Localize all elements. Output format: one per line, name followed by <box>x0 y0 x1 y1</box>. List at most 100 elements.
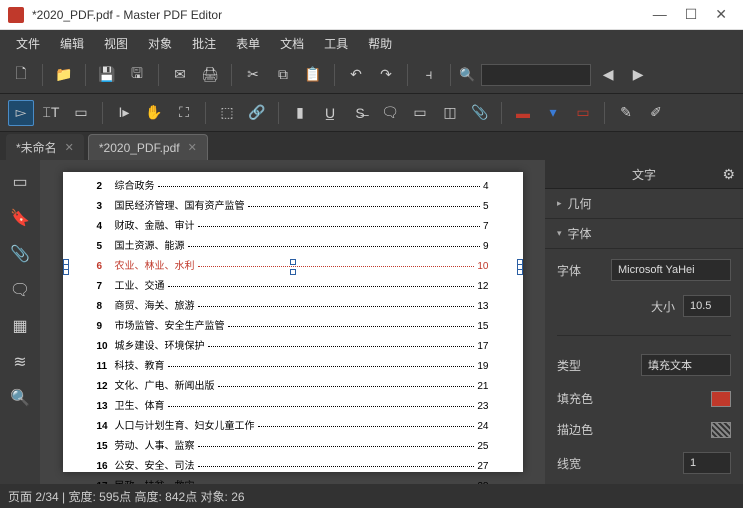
menu-edit[interactable]: 编辑 <box>52 31 92 56</box>
close-button[interactable]: ✕ <box>715 6 727 23</box>
document-viewport[interactable]: 2综合政务4 3国民经济管理、国有资产监管5 4财政、金融、审计7 5国土资源、能源9… <box>40 160 545 484</box>
callout-tool[interactable]: ◫ <box>437 100 463 126</box>
hand-tool[interactable]: ✋ <box>141 100 167 126</box>
fields-button[interactable]: ▦ <box>6 312 34 340</box>
font-family-input[interactable] <box>611 259 731 281</box>
linewidth-input[interactable] <box>683 452 731 474</box>
fill-color-swatch[interactable] <box>711 391 731 407</box>
attach-tool[interactable]: 📎 <box>467 100 493 126</box>
text-select-tool[interactable]: I▸ <box>111 100 137 126</box>
toc-page-number: 5 <box>483 202 489 212</box>
selection-handle[interactable] <box>290 269 296 275</box>
search-prev-button[interactable]: ◀ <box>595 62 621 88</box>
selection-box[interactable] <box>63 259 523 275</box>
undo-button[interactable]: ↶ <box>343 62 369 88</box>
text-edit-tool[interactable]: ⌶T <box>38 100 64 126</box>
toc-line[interactable]: 11科技、教育19 <box>97 362 489 372</box>
save-button[interactable]: 💾 <box>94 62 120 88</box>
menu-view[interactable]: 视图 <box>96 31 136 56</box>
select-tool[interactable]: ▻ <box>8 100 34 126</box>
link-tool[interactable]: 🔗 <box>244 100 270 126</box>
bookmarks-button[interactable]: 🔖 <box>6 204 34 232</box>
eraser-tool[interactable]: ✐ <box>643 100 669 126</box>
strikeout-tool[interactable]: S̶ <box>347 100 373 126</box>
main-toolbar: 🗋 📁 💾 🖫 ✉ 🖨 ✂ ⧉ 📋 ↶ ↷ ⫞ 🔍 ◀ ▶ <box>0 56 743 94</box>
text-type-input[interactable] <box>641 354 731 376</box>
layers-button[interactable]: ≋ <box>6 348 34 376</box>
close-icon[interactable]: ✕ <box>188 141 197 154</box>
toc-line[interactable]: 14人口与计划生育、妇女儿童工作24 <box>97 422 489 432</box>
paste-button[interactable]: 📋 <box>300 62 326 88</box>
menu-form[interactable]: 表单 <box>228 31 268 56</box>
attachments-button[interactable]: 📎 <box>6 240 34 268</box>
search-next-button[interactable]: ▶ <box>625 62 651 88</box>
close-icon[interactable]: ✕ <box>65 141 74 154</box>
toc-line[interactable]: 10城乡建设、环境保护17 <box>97 342 489 352</box>
settings-icon[interactable]: ⚙ <box>722 166 735 183</box>
font-size-input[interactable] <box>683 295 731 317</box>
replace-red-tool[interactable]: ▭ <box>570 100 596 126</box>
redo-button[interactable]: ↷ <box>373 62 399 88</box>
selection-handle[interactable] <box>517 269 523 275</box>
toc-line[interactable]: 12文化、广电、新闻出版21 <box>97 382 489 392</box>
search-input[interactable] <box>481 64 591 86</box>
highlight-tool[interactable]: ▮ <box>287 100 313 126</box>
selection-handle[interactable] <box>290 259 296 265</box>
toc-number: 12 <box>97 382 115 392</box>
tab-untitled[interactable]: *未命名 ✕ <box>6 134 84 160</box>
toc-line[interactable]: 15劳动、人事、监察25 <box>97 442 489 452</box>
pencil-tool[interactable]: ✎ <box>613 100 639 126</box>
menu-document[interactable]: 文档 <box>272 31 312 56</box>
geometry-section-header[interactable]: ▸ 几何 <box>545 189 743 219</box>
toc-line[interactable]: 3国民经济管理、国有资产监管5 <box>97 202 489 212</box>
open-file-button[interactable]: 📁 <box>51 62 77 88</box>
toc-line[interactable]: 9市场监管、安全生产监管15 <box>97 322 489 332</box>
toc-line[interactable]: 4财政、金融、审计7 <box>97 222 489 232</box>
toc-line[interactable]: 7工业、交通12 <box>97 282 489 292</box>
window-controls: — ☐ ✕ <box>653 6 727 23</box>
stamp-tool[interactable]: ▭ <box>407 100 433 126</box>
thumbnails-button[interactable]: ▭ <box>6 168 34 196</box>
cut-button[interactable]: ✂ <box>240 62 266 88</box>
toc-line[interactable]: 6农业、林业、水利10 <box>97 262 489 272</box>
new-file-button[interactable]: 🗋 <box>8 62 34 88</box>
save-as-button[interactable]: 🖫 <box>124 62 150 88</box>
menu-tools[interactable]: 工具 <box>316 31 356 56</box>
menu-file[interactable]: 文件 <box>8 31 48 56</box>
insert-blue-tool[interactable]: ▾ <box>540 100 566 126</box>
fill-color-label: 填充色 <box>557 390 593 407</box>
stroke-color-swatch[interactable] <box>711 422 731 438</box>
toc-line[interactable]: 5国土资源、能源9 <box>97 242 489 252</box>
menubar: 文件 编辑 视图 对象 批注 表单 文档 工具 帮助 <box>0 30 743 56</box>
toc-leader <box>258 426 475 427</box>
tab-active-document[interactable]: *2020_PDF.pdf ✕ <box>88 134 208 160</box>
strike-red-tool[interactable]: ▬ <box>510 100 536 126</box>
menu-help[interactable]: 帮助 <box>360 31 400 56</box>
menu-object[interactable]: 对象 <box>140 31 180 56</box>
toc-number: 5 <box>97 242 115 252</box>
minimize-button[interactable]: — <box>653 6 667 23</box>
menu-annotate[interactable]: 批注 <box>184 31 224 56</box>
status-text: 页面 2/34 | 宽度: 595点 高度: 842点 对象: 26 <box>8 488 245 505</box>
search-panel-button[interactable]: 🔍 <box>6 384 34 412</box>
selection-handle[interactable] <box>63 269 69 275</box>
toc-line[interactable]: 13卫生、体育23 <box>97 402 489 412</box>
maximize-button[interactable]: ☐ <box>685 6 698 23</box>
toc-line[interactable]: 2综合政务4 <box>97 182 489 192</box>
print-button[interactable]: 🖨 <box>197 62 223 88</box>
toggle-panel-button[interactable]: ⫞ <box>416 62 442 88</box>
email-button[interactable]: ✉ <box>167 62 193 88</box>
font-section-header[interactable]: ▾ 字体 <box>545 219 743 249</box>
underline-tool[interactable]: U̲ <box>317 100 343 126</box>
marquee-tool[interactable]: ⬚ <box>214 100 240 126</box>
geometry-label: 几何 <box>568 195 592 212</box>
snapshot-tool[interactable]: ⛶ <box>171 100 197 126</box>
note-tool[interactable]: 🗨 <box>377 100 403 126</box>
copy-button[interactable]: ⧉ <box>270 62 296 88</box>
properties-panel: 文字 ⚙ ▸ 几何 ▾ 字体 字体 大小 类型 填 <box>545 160 743 484</box>
toc-line[interactable]: 16公安、安全、司法27 <box>97 462 489 472</box>
toc-line[interactable]: 8商贸、海关、旅游13 <box>97 302 489 312</box>
comments-button[interactable]: 🗨 <box>6 276 34 304</box>
toc-title: 城乡建设、环境保护 <box>115 342 205 352</box>
form-edit-tool[interactable]: ▭ <box>68 100 94 126</box>
